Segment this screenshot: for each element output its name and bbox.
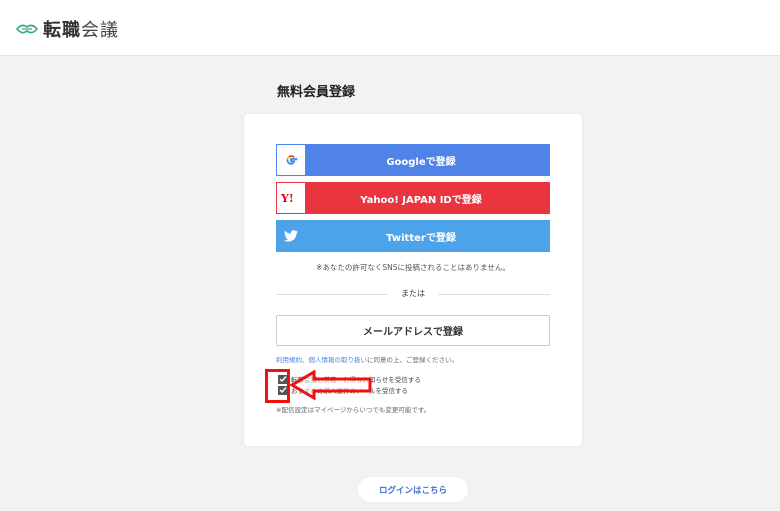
google-icon [277,145,305,175]
terms-suffix: に同意の上、ご登録ください。 [367,356,458,364]
annotation-arrow-icon [290,370,372,400]
logo[interactable]: 転職会議 [16,16,119,42]
email-signup-button[interactable]: メールアドレスで登録 [276,315,550,346]
twitter-signup-label: Twitterで登録 [386,232,456,244]
logo-text: 転職会議 [43,20,119,41]
yahoo-icon: Y! [277,183,305,213]
twitter-bird-icon [276,220,306,252]
google-signup-label: Googleで登録 [386,156,456,168]
terms-notice: 利用規約、個人情報の取り扱いに同意の上、ご登録ください。 [276,354,458,364]
privacy-policy-link[interactable]: 個人情報の取り扱い [309,356,368,364]
google-signup-button[interactable]: Googleで登録 [276,144,550,176]
terms-of-service-link[interactable]: 利用規約 [276,356,302,364]
sns-privacy-note: ※あなたの許可なくSNSに投稿されることはありません。 [316,263,510,272]
login-link-button[interactable]: ログインはこちら [358,477,468,502]
handshake-logo-icon [16,24,38,34]
delivery-settings-note: ※配信設定はマイページからいつでも変更可能です。 [276,406,431,414]
yahoo-signup-label: Yahoo! JAPAN IDで登録 [360,194,482,206]
svg-text:Y!: Y! [280,192,294,204]
page-title: 無料会員登録 [277,85,356,100]
annotation-highlight-box [265,369,290,403]
top-header: 転職会議 [0,0,780,56]
or-divider: または [276,288,550,300]
divider-line-right [438,294,550,295]
yahoo-signup-button[interactable]: Y! Yahoo! JAPAN IDで登録 [276,182,550,214]
twitter-signup-button[interactable]: Twitterで登録 [276,220,550,252]
